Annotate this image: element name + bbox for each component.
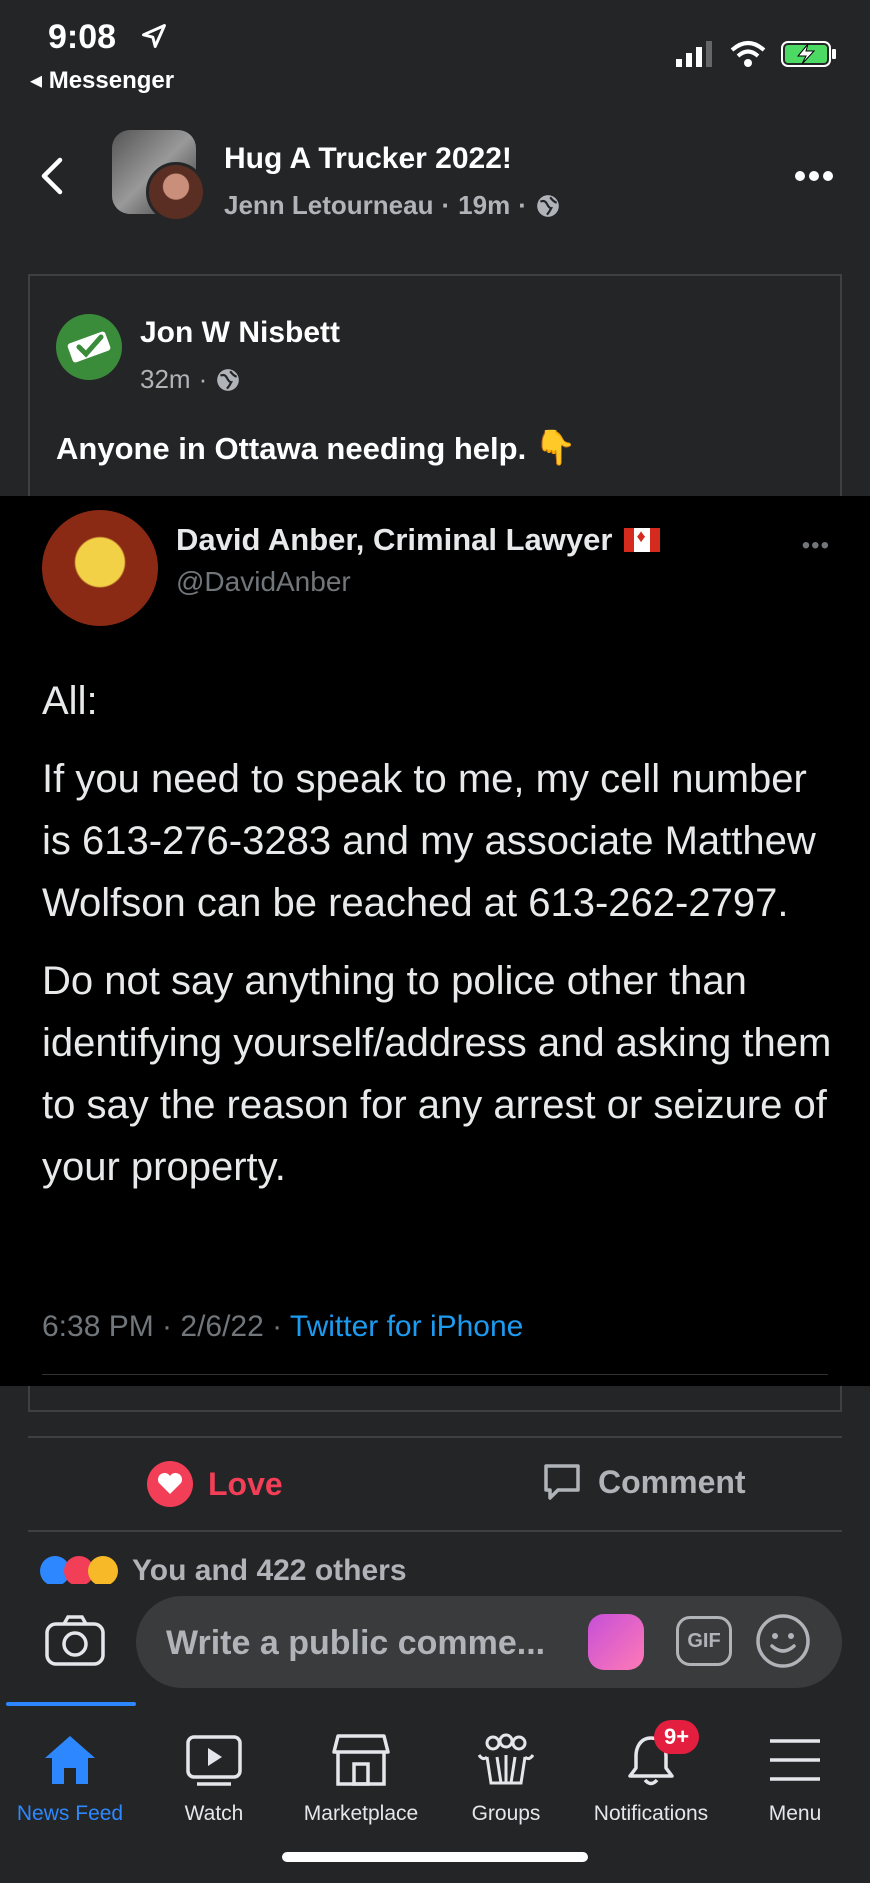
care-reaction-icon xyxy=(88,1556,118,1586)
tweet-handle: @DavidAnber xyxy=(176,566,351,597)
tab-label: Marketplace xyxy=(303,1802,419,1825)
back-app-label: Messenger xyxy=(48,67,175,94)
comment-composer: Write a public comme... GIF xyxy=(0,1584,870,1696)
comment-input[interactable]: Write a public comme... GIF xyxy=(136,1596,842,1688)
sharer-meta: 32m · xyxy=(140,364,241,395)
groups-icon xyxy=(477,1733,535,1785)
post-text: Anyone in Ottawa needing help. 👇 xyxy=(56,428,577,468)
status-icons xyxy=(676,40,838,68)
tweet-body: All: If you need to speak to me, my cell… xyxy=(42,670,842,1214)
post-text-content: Anyone in Ottawa needing help. xyxy=(56,431,527,466)
comment-button[interactable]: Comment xyxy=(540,1460,746,1504)
tab-label: Groups xyxy=(471,1802,541,1825)
emoji-icon[interactable] xyxy=(754,1612,812,1670)
reactions-text: You and 422 others xyxy=(132,1556,407,1586)
post-header: Hug A Trucker 2022! Jenn Letourneau · 19… xyxy=(0,120,870,230)
sharer-avatar[interactable] xyxy=(56,314,122,380)
group-name[interactable]: Hug A Trucker 2022! xyxy=(224,142,512,176)
gif-button[interactable]: GIF xyxy=(676,1616,732,1666)
avatar-sticker-icon[interactable] xyxy=(588,1614,644,1670)
sharer-name[interactable]: Jon W Nisbett xyxy=(140,316,340,350)
tab-notifications[interactable]: 9+ Notifications xyxy=(576,1720,726,1826)
globe-icon xyxy=(217,368,240,391)
back-to-app-link[interactable]: ◂ Messenger xyxy=(30,66,174,95)
tab-label: News Feed xyxy=(16,1802,124,1825)
tab-label: Watch xyxy=(184,1802,244,1825)
tab-watch[interactable]: Watch xyxy=(139,1726,289,1826)
tweet-footer: 6:38 PM · 2/6/22 · Twitter for iPhone xyxy=(42,1310,523,1344)
tab-label: Notifications xyxy=(593,1802,709,1825)
tweet-timestamp: 6:38 PM · 2/6/22 · xyxy=(42,1310,290,1343)
battery-charging-icon xyxy=(781,41,836,67)
status-bar: 9:08 ◂ Messenger xyxy=(0,0,870,100)
tweet-paragraph: All: xyxy=(42,679,98,723)
camera-icon[interactable] xyxy=(44,1614,106,1668)
tab-news-feed[interactable]: News Feed xyxy=(0,1726,145,1826)
clock: 9:08 xyxy=(48,18,117,56)
comment-placeholder: Write a public comme... xyxy=(166,1624,546,1662)
love-button[interactable]: Love xyxy=(146,1460,283,1508)
tab-menu[interactable]: Menu xyxy=(720,1726,870,1826)
tweet-paragraph: If you need to speak to me, my cell numb… xyxy=(42,757,816,925)
wifi-icon xyxy=(730,41,766,67)
home-indicator[interactable] xyxy=(282,1852,588,1862)
tab-groups[interactable]: Groups xyxy=(431,1726,581,1826)
tweet-divider xyxy=(42,1374,828,1375)
tweet-avatar xyxy=(42,510,158,626)
check-badge-icon xyxy=(67,331,111,363)
meta-separator: · xyxy=(441,190,451,220)
tab-label: Menu xyxy=(768,1802,822,1825)
back-chevron-icon[interactable] xyxy=(38,156,66,196)
watch-video-icon xyxy=(186,1735,242,1786)
signal-icon xyxy=(676,41,712,67)
sharer-time: 32m xyxy=(140,364,191,394)
home-icon xyxy=(45,1736,95,1784)
meta-separator: · xyxy=(198,364,208,394)
menu-hamburger-icon xyxy=(770,1739,820,1781)
comment-label: Comment xyxy=(598,1463,746,1500)
post-meta: Jenn Letourneau · 19m · xyxy=(224,190,561,221)
canada-flag-icon xyxy=(624,526,661,552)
shared-post-card-bottom xyxy=(28,1386,842,1412)
more-options-icon[interactable] xyxy=(794,170,834,182)
divider xyxy=(28,1436,842,1438)
tweet-source: Twitter for iPhone xyxy=(289,1310,524,1343)
tweet-author-row: David Anber, Criminal Lawyer xyxy=(176,522,661,558)
tweet-author-name: David Anber, Criminal Lawyer xyxy=(176,522,613,557)
love-reaction-icon xyxy=(147,1461,193,1507)
tab-marketplace[interactable]: Marketplace xyxy=(286,1726,436,1826)
comment-bubble-icon xyxy=(544,1464,580,1500)
reactions-summary[interactable]: You and 422 others xyxy=(40,1556,407,1586)
author-name[interactable]: Jenn Letourneau xyxy=(224,190,433,221)
author-avatar[interactable] xyxy=(146,162,206,222)
love-label: Love xyxy=(208,1465,283,1502)
active-tab-indicator xyxy=(6,1702,136,1706)
marketplace-store-icon xyxy=(332,1734,390,1786)
globe-icon xyxy=(537,194,559,217)
divider xyxy=(28,1530,842,1532)
post-time: 19m xyxy=(458,190,511,220)
tweet-more-icon: ••• xyxy=(801,532,830,559)
notification-badge: 9+ xyxy=(654,1720,700,1754)
location-arrow-icon xyxy=(142,24,166,48)
meta-separator: · xyxy=(518,190,527,220)
tweet-paragraph: Do not say anything to police other than… xyxy=(42,959,832,1189)
pointing-down-emoji-icon: 👇 xyxy=(534,429,577,467)
